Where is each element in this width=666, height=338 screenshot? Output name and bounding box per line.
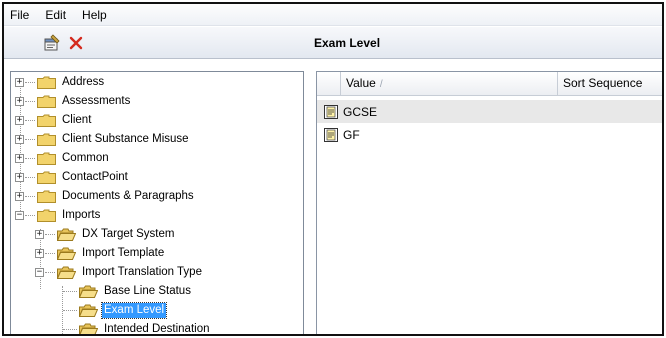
open-folder-icon xyxy=(79,285,98,298)
menu-help[interactable]: Help xyxy=(74,5,115,25)
tree-item-label: Import Translation Type xyxy=(82,266,202,278)
folder-icon xyxy=(37,114,56,127)
grid-row[interactable]: GF xyxy=(317,123,662,146)
expand-icon[interactable]: + xyxy=(15,78,24,87)
expand-icon[interactable]: + xyxy=(15,97,24,106)
menu-edit[interactable]: Edit xyxy=(37,5,74,25)
folder-icon xyxy=(37,133,56,146)
properties-icon xyxy=(44,34,60,51)
expand-icon[interactable]: + xyxy=(15,192,24,201)
record-icon xyxy=(324,127,338,142)
column-header-sort-label: Sort Sequence xyxy=(563,76,643,90)
folder-icon xyxy=(37,171,56,184)
tree-item-label: Import Template xyxy=(82,247,165,259)
tree-item-label: Common xyxy=(62,152,109,164)
values-grid[interactable]: Value / Sort Sequence GCSE GF xyxy=(316,71,662,334)
tree-item-label: Assessments xyxy=(62,95,131,107)
category-tree[interactable]: + Address + Assessments + Client + Clien… xyxy=(10,71,304,335)
delete-button[interactable] xyxy=(65,32,87,54)
open-folder-icon xyxy=(57,266,76,279)
tree-item-label: Client xyxy=(62,114,92,126)
cell-value: GCSE xyxy=(343,104,378,119)
open-folder-icon xyxy=(57,247,76,260)
tree-item-label: Client Substance Misuse xyxy=(62,133,189,145)
expand-icon[interactable]: + xyxy=(15,154,24,163)
delete-icon xyxy=(69,36,83,50)
collapse-icon[interactable]: − xyxy=(35,268,44,277)
collapse-icon[interactable]: − xyxy=(15,211,24,220)
tree-item-label: ContactPoint xyxy=(62,171,128,183)
open-folder-icon xyxy=(79,304,98,317)
panel-title: Exam Level xyxy=(314,36,381,50)
folder-icon xyxy=(37,76,56,89)
folder-icon xyxy=(37,95,56,108)
app-window: File Edit Help Exam Level + Address + As… xyxy=(2,2,664,336)
grid-corner xyxy=(317,72,341,95)
column-header-value-label: Value xyxy=(346,76,376,90)
tree-item-label: Exam Level xyxy=(100,302,168,319)
properties-button[interactable] xyxy=(41,32,63,54)
column-header-value[interactable]: Value / xyxy=(341,72,558,95)
expand-icon[interactable]: + xyxy=(15,116,24,125)
tree-item-label: Imports xyxy=(62,209,101,221)
sort-indicator: / xyxy=(379,79,383,90)
expand-icon[interactable]: + xyxy=(35,230,44,239)
menu-bar: File Edit Help xyxy=(4,4,662,26)
expand-icon[interactable]: + xyxy=(35,249,44,258)
open-folder-icon xyxy=(79,323,98,334)
tree-item-label: Base Line Status xyxy=(104,285,191,297)
cell-value: GF xyxy=(343,127,360,142)
tree-item-label: Address xyxy=(62,76,105,88)
column-header-sort-sequence[interactable]: Sort Sequence xyxy=(558,72,662,95)
open-folder-icon xyxy=(57,228,76,241)
menu-file[interactable]: File xyxy=(4,5,37,25)
folder-icon xyxy=(37,152,56,165)
toolbar: Exam Level xyxy=(4,27,662,59)
folder-icon xyxy=(37,190,56,203)
open-folder-icon xyxy=(37,209,56,222)
grid-header: Value / Sort Sequence xyxy=(317,72,662,96)
grid-row[interactable]: GCSE xyxy=(317,100,662,123)
expand-icon[interactable]: + xyxy=(15,173,24,182)
record-icon xyxy=(324,104,338,119)
expand-icon[interactable]: + xyxy=(15,135,24,144)
tree-item-label: Intended Destination xyxy=(104,323,210,335)
tree-item-label: DX Target System xyxy=(82,228,175,240)
tree-item-label: Documents & Paragraphs xyxy=(62,190,194,202)
